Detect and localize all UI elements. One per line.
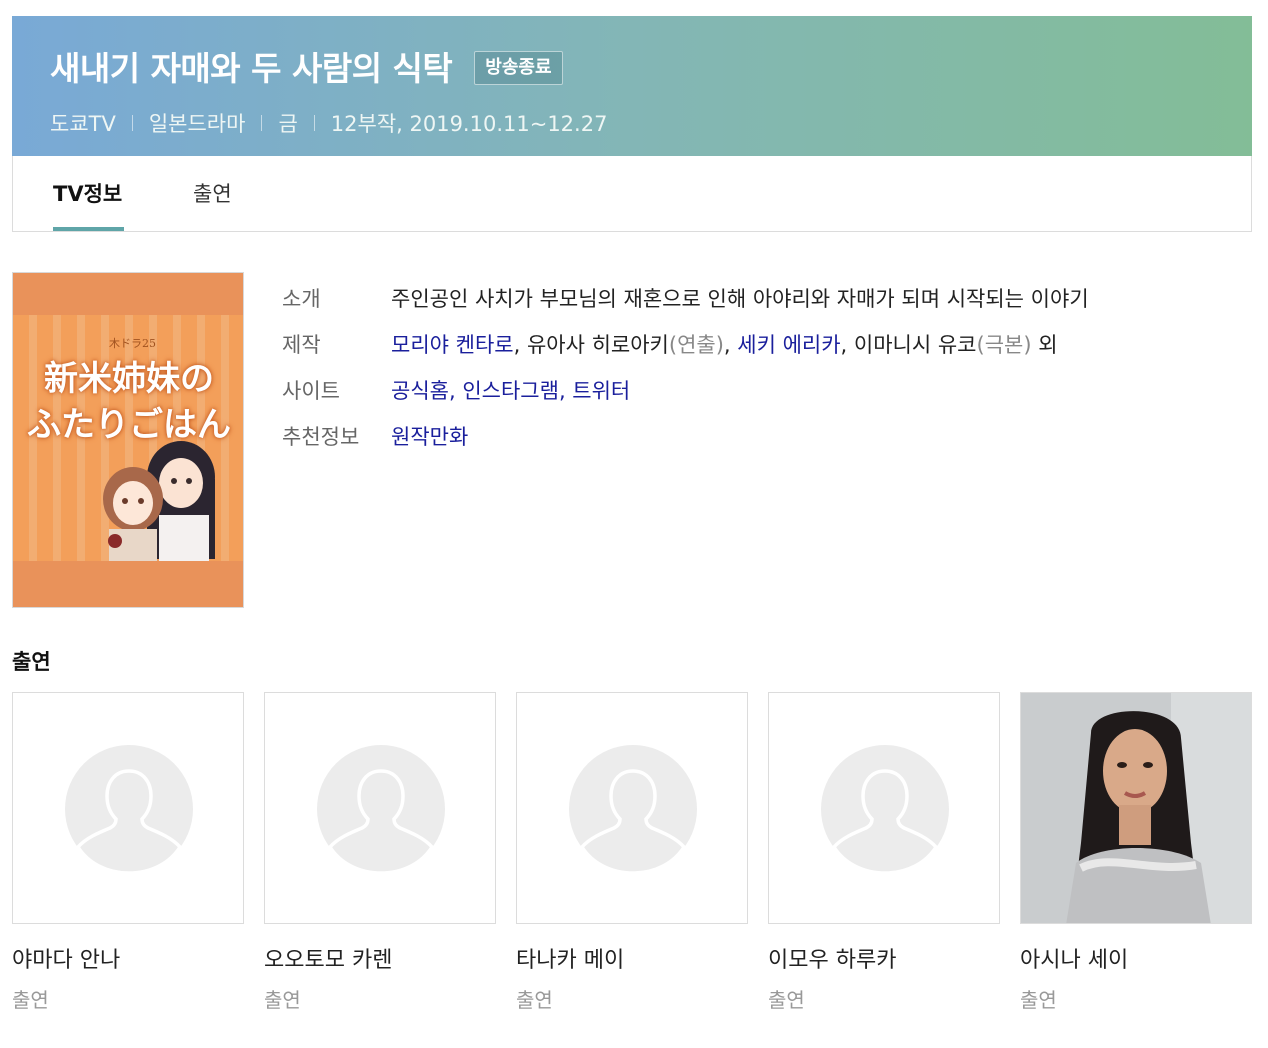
poster-artwork: 木ドラ25 新米姉妹の ふたりごはん [13,315,243,561]
meta-divider [313,115,315,131]
cast-item[interactable]: 이모우 하루카 출연 [768,692,1000,1013]
cast-name[interactable]: 타나카 메이 [516,942,748,974]
cast-photo[interactable] [516,692,748,924]
intro-label: 소개 [282,287,321,311]
role-note: (연출) [668,333,724,357]
active-tab-indicator [53,227,124,231]
airday-label: 금 [278,112,298,136]
cast-role: 출연 [768,988,805,1012]
person-placeholder-icon [65,745,193,875]
production-text: 외 [1031,333,1058,357]
person-placeholder-icon [569,745,697,875]
info-row-intro: 소개 주인공인 사치가 부모님의 재혼으로 인해 아야리와 자매가 되며 시작되… [282,284,1089,330]
program-poster[interactable]: 木ドラ25 新米姉妹の ふたりごはん [12,272,244,608]
cast-photo[interactable] [264,692,496,924]
genre-label: 일본드라마 [148,112,246,136]
intro-text: 주인공인 사치가 부모님의 재혼으로 인해 아야리와 자매가 되며 시작되는 이… [391,287,1089,311]
poster-badge: 木ドラ25 [109,337,156,350]
cast-section-title: 출연 [12,650,51,674]
site-link-twitter[interactable]: 트위터 [572,379,630,403]
cast-item[interactable]: 아시나 세이 출연 [1020,692,1252,1013]
cast-name[interactable]: 오오토모 카렌 [264,942,496,974]
production-label: 제작 [282,333,321,357]
cast-item[interactable]: 오오토모 카렌 출연 [264,692,496,1013]
cast-item[interactable]: 타나카 메이 출연 [516,692,748,1013]
status-badge: 방송종료 [474,51,563,85]
channel-label: 도쿄TV [50,112,116,136]
production-value: 모리야 켄타로, 유아사 히로아키(연출), 세키 에리카, 이마니시 유코(극… [391,330,1058,376]
cast-photo[interactable] [768,692,1000,924]
cast-name[interactable]: 이모우 하루카 [768,942,1000,974]
producer-link[interactable]: 세키 에리카 [737,333,840,357]
program-header: 새내기 자매와 두 사람의 식탁 방송종료 도쿄TV 일본드라마 금 12부작,… [12,16,1252,156]
site-links: 공식홈, 인스타그램, 트위터 [391,379,631,403]
production-text: , 유아사 히로아키 [513,333,669,357]
tab-tv-info[interactable]: TV정보 [53,178,122,208]
recommend-value: 원작만화 [391,422,468,468]
info-row-site: 사이트 공식홈, 인스타그램, 트위터 [282,376,1089,422]
info-row-recommend: 추천정보 원작만화 [282,422,1089,468]
cast-portrait-photo [1021,693,1251,923]
poster-illustration [103,441,215,561]
cast-role: 출연 [516,988,553,1012]
cast-role: 출연 [1020,988,1057,1012]
producer-link[interactable]: 모리야 켄타로 [391,333,514,357]
role-note: (극본) [976,333,1032,357]
cast-name[interactable]: 야마다 안나 [12,942,244,974]
recommend-link[interactable]: 원작만화 [391,425,468,449]
production-text: , 이마니시 유코 [840,333,977,357]
info-row-production: 제작 모리야 켄타로, 유아사 히로아키(연출), 세키 에리카, 이마니시 유… [282,330,1089,376]
program-title: 새내기 자매와 두 사람의 식탁 [50,49,453,88]
tab-bar: TV정보 출연 [12,156,1252,232]
cast-name[interactable]: 아시나 세이 [1020,942,1252,974]
site-link-official[interactable]: 공식홈 [391,379,449,403]
cast-item[interactable]: 야마다 안나 출연 [12,692,244,1013]
site-label: 사이트 [282,379,340,403]
recommend-label: 추천정보 [282,425,360,449]
person-placeholder-icon [317,745,445,875]
meta-divider [131,115,133,131]
production-text: , [723,333,738,357]
cast-role: 출연 [12,988,49,1012]
site-link-instagram[interactable]: 인스타그램 [462,379,559,403]
tab-cast[interactable]: 출연 [193,178,232,208]
cast-role: 출연 [264,988,301,1012]
person-placeholder-icon [821,745,949,875]
program-info: 소개 주인공인 사치가 부모님의 재혼으로 인해 아야리와 자매가 되며 시작되… [282,284,1089,468]
title-row: 새내기 자매와 두 사람의 식탁 방송종료 [50,42,1214,90]
meta-divider [261,115,263,131]
program-meta: 도쿄TV 일본드라마 금 12부작, 2019.10.11~12.27 [50,108,1214,138]
cast-photo[interactable] [12,692,244,924]
poster-title-line1: 新米姉妹の [44,359,214,399]
cast-photo[interactable] [1020,692,1252,924]
episodes-dates-label: 12부작, 2019.10.11~12.27 [330,112,608,136]
